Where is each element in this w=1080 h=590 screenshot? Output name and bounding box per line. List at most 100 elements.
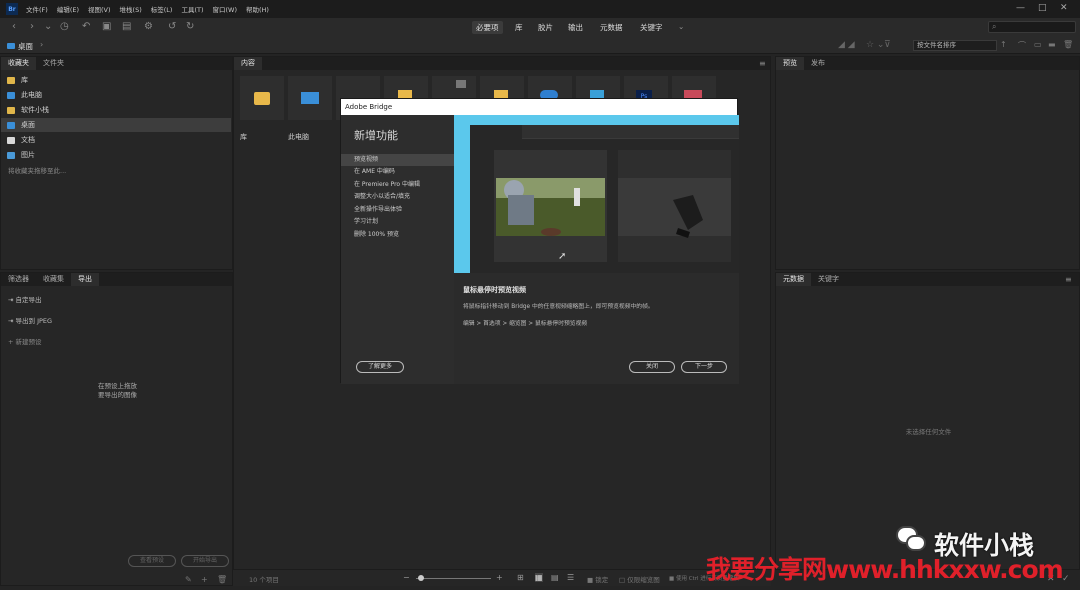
favorite-item-documents[interactable]: 文档 — [1, 133, 231, 147]
details-view-icon[interactable]: ▤ — [551, 573, 559, 582]
tab-metadata[interactable]: 元数据 — [776, 273, 811, 286]
learn-more-button[interactable]: 了解更多 — [356, 361, 404, 373]
rotate-left-icon[interactable]: ↺ — [168, 21, 176, 32]
filter-icon[interactable]: ⊽ — [884, 40, 891, 50]
folder-icon — [494, 90, 508, 98]
description-path: 编辑 > 首选项 > 缩览图 > 鼠标悬停时预览视频 — [463, 321, 588, 327]
feature-premiere-edit[interactable]: 在 Premiere Pro 中编辑 — [341, 179, 454, 191]
menu-tools[interactable]: 工具(T) — [181, 4, 203, 14]
picture-icon — [7, 151, 15, 159]
thumbnail-this-pc[interactable] — [288, 76, 332, 120]
refine-icon[interactable]: ▤ — [122, 21, 131, 32]
list-view-icon[interactable]: ☰ — [567, 573, 574, 582]
breadcrumb[interactable]: 桌面 — [18, 41, 33, 52]
panel-menu-icon[interactable]: ≡ — [1065, 275, 1072, 284]
back-icon[interactable]: ‹ — [12, 21, 16, 32]
thumbnail-only-checkbox[interactable]: □ 仅限缩览图 — [619, 574, 660, 584]
favorite-item-pictures[interactable]: 图片 — [1, 148, 231, 162]
computer-icon — [301, 92, 319, 104]
camera-icon[interactable]: ▣ — [102, 21, 111, 32]
trash-icon[interactable]: 🗑 — [1063, 40, 1073, 49]
breadcrumb-chevron-icon[interactable]: › — [40, 40, 43, 49]
tab-collections[interactable]: 收藏集 — [36, 273, 71, 286]
favorite-item-desktop[interactable]: 桌面 — [1, 118, 231, 132]
trash-icon[interactable]: 🗑 — [217, 575, 227, 584]
workspace-menu-chevron-icon[interactable]: ⌄ — [678, 22, 684, 31]
whats-new-dialog: Adobe Bridge 新增功能 预览视频 在 AME 中编码 在 Premi… — [340, 98, 739, 384]
tab-export[interactable]: 导出 — [71, 273, 99, 286]
open-recent-icon[interactable]: ⌒ — [1018, 40, 1026, 51]
zoom-out-icon[interactable]: − — [403, 573, 410, 582]
tab-keywords[interactable]: 关键字 — [811, 273, 846, 286]
rating-icon[interactable]: ☆ ⌄ — [866, 40, 884, 50]
computer-icon — [7, 91, 15, 99]
forward-icon[interactable]: › — [30, 21, 34, 32]
plus-icon[interactable]: + — [201, 575, 208, 584]
start-export-button[interactable]: 开始导出 — [181, 555, 229, 567]
library-icon — [7, 76, 15, 84]
cursor-icon: ➚ — [558, 251, 567, 262]
tab-content[interactable]: 内容 — [234, 57, 262, 70]
tab-favorites[interactable]: 收藏夹 — [1, 57, 36, 70]
apply-icon[interactable]: ✓ — [1062, 574, 1070, 584]
favorite-item-library[interactable]: 库 — [1, 73, 231, 87]
search-input[interactable]: ⌕ — [988, 21, 1076, 33]
menu-label[interactable]: 标签(L) — [151, 4, 173, 14]
slider-handle[interactable] — [418, 575, 424, 581]
feature-remove-preview[interactable]: 删除 100% 预览 — [341, 229, 454, 241]
lock-grid-checkbox[interactable]: ■ 锁定 — [587, 574, 608, 584]
feature-resize-fit[interactable]: 调整大小以适合/填充 — [341, 191, 454, 203]
menu-file[interactable]: 文件(F) — [26, 4, 48, 14]
bridge-logo: Br — [6, 3, 18, 15]
chevron-down-icon[interactable]: ⌄ — [44, 21, 52, 32]
tab-publish[interactable]: 发布 — [804, 57, 832, 70]
grid-view-icon[interactable]: ⊞ — [517, 573, 524, 582]
workspace-metadata[interactable]: 元数据 — [600, 22, 623, 33]
panel-menu-icon[interactable]: ≡ — [759, 59, 766, 68]
close-button[interactable]: 关闭 — [629, 361, 675, 373]
workspace-keywords[interactable]: 关键字 — [640, 22, 663, 33]
view-preset-button[interactable]: 查看预设 — [128, 555, 176, 567]
thumbnail-view-icon[interactable]: ▦ — [535, 573, 543, 582]
thumbnail-size-slider[interactable] — [416, 578, 491, 579]
feature-ame-encode[interactable]: 在 AME 中编码 — [341, 166, 454, 178]
menu-stack[interactable]: 堆栈(S) — [120, 4, 142, 14]
workspace-essentials[interactable]: 必要项 — [472, 21, 503, 34]
menu-help[interactable]: 帮助(H) — [246, 4, 269, 14]
export-item-custom[interactable]: ⇥ 自定导出 — [8, 294, 42, 304]
minimize-button[interactable]: — — [1016, 3, 1025, 13]
recent-icon[interactable]: ◷ — [60, 21, 69, 32]
workspace-filmstrip[interactable]: 胶片 — [538, 22, 553, 33]
workspace-libraries[interactable]: 库 — [515, 22, 523, 33]
feature-preview-video[interactable]: 预览视频 — [341, 154, 454, 166]
thumbnail-library[interactable] — [240, 76, 284, 120]
no-file-selected-text: 未选择任何文件 — [905, 428, 952, 436]
menu-view[interactable]: 视图(V) — [88, 4, 111, 14]
tab-preview[interactable]: 预览 — [776, 57, 804, 70]
close-window-button[interactable]: ✕ — [1060, 3, 1068, 13]
maximize-button[interactable]: □ — [1038, 3, 1047, 13]
folder-icon[interactable]: ▬ — [1048, 40, 1056, 49]
gear-icon[interactable]: ⚙ — [144, 21, 153, 32]
favorite-item-this-pc[interactable]: 此电脑 — [1, 88, 231, 102]
rotate-right-icon[interactable]: ↻ — [186, 21, 194, 32]
workspace-output[interactable]: 输出 — [568, 22, 583, 33]
sort-select[interactable]: 按文件名排序 — [913, 40, 997, 51]
menu-edit[interactable]: 编辑(E) — [57, 4, 79, 14]
export-icon: ⇥ — [8, 296, 16, 304]
feature-export-experience[interactable]: 全新操作导出体验 — [341, 204, 454, 216]
tab-filter[interactable]: 筛选器 — [1, 273, 36, 286]
sort-order-icon[interactable]: ↑ — [1000, 40, 1007, 49]
export-item-jpeg[interactable]: ⇥ 导出到 JPEG — [8, 315, 52, 325]
boomerang-icon[interactable]: ↶ — [82, 21, 90, 32]
zoom-in-icon[interactable]: + — [496, 573, 503, 582]
menu-window[interactable]: 窗口(W) — [212, 4, 237, 14]
edit-icon[interactable]: ✎ — [185, 575, 192, 584]
quality-icon[interactable]: ◢ ◢ — [838, 40, 855, 50]
export-item-new-preset[interactable]: + 新建预设 — [8, 336, 42, 346]
feature-learning[interactable]: 学习计划 — [341, 216, 454, 228]
tab-folders[interactable]: 文件夹 — [36, 57, 71, 70]
new-folder-icon[interactable]: ▭ — [1034, 40, 1042, 49]
next-button[interactable]: 下一步 — [681, 361, 727, 373]
favorite-item-software[interactable]: 软件小栈 — [1, 103, 231, 117]
